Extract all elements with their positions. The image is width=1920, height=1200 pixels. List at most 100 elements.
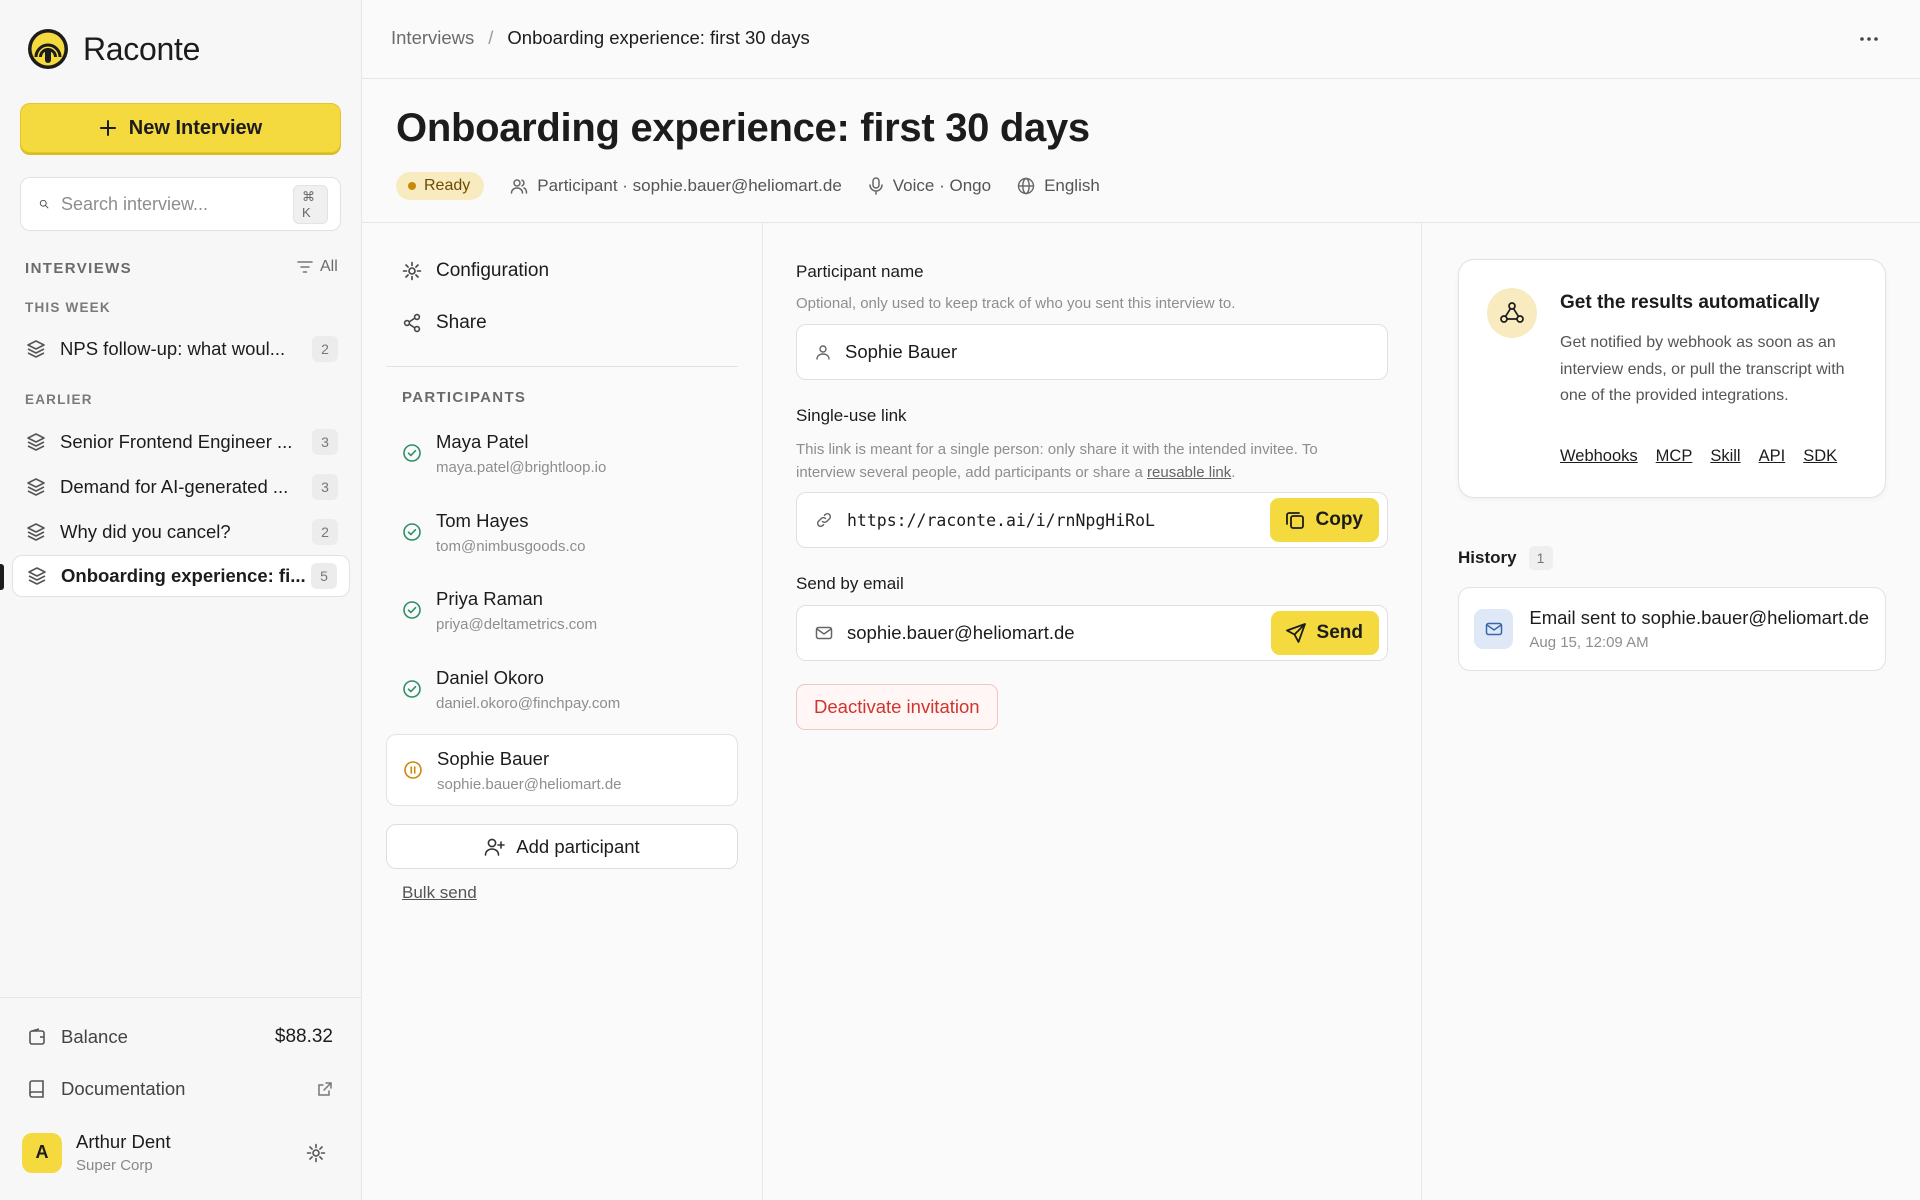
check-circle-icon bbox=[403, 444, 421, 462]
send-icon bbox=[1285, 623, 1306, 643]
participant-email: daniel.okoro@finchpay.com bbox=[436, 694, 621, 712]
participant-item[interactable]: Daniel Okoro daniel.okoro@finchpay.com bbox=[386, 653, 738, 725]
mail-icon bbox=[1474, 609, 1514, 649]
participant-email: maya.patel@brightloop.io bbox=[436, 458, 607, 476]
page-title: Onboarding experience: first 30 days bbox=[396, 106, 1090, 150]
participant-meta: Participant · sophie.bauer@heliomart.de bbox=[510, 176, 842, 196]
participant-name-help: Optional, only used to keep track of who… bbox=[796, 295, 1236, 312]
filter-label: All bbox=[320, 258, 338, 275]
configuration-tab[interactable]: Configuration bbox=[402, 260, 549, 282]
participant-info: Sophie Bauer sophie.bauer@heliomart.de bbox=[437, 748, 622, 793]
webhook-icon bbox=[1487, 288, 1537, 338]
results-card-title: Get the results automatically bbox=[1560, 292, 1820, 313]
more-options-icon[interactable] bbox=[1858, 28, 1880, 50]
results-card-body: Get notified by webhook as soon as an in… bbox=[1560, 334, 1845, 404]
skill-link[interactable]: Skill bbox=[1710, 447, 1740, 466]
api-link[interactable]: API bbox=[1759, 447, 1786, 466]
history-item: Email sent to sophie.bauer@heliomart.de … bbox=[1458, 587, 1886, 671]
share-icon bbox=[403, 313, 421, 333]
voice-meta-text: Voice · Ongo bbox=[892, 176, 992, 195]
copy-button[interactable]: Copy bbox=[1269, 498, 1379, 542]
add-participant-button[interactable]: Add participant bbox=[386, 824, 738, 869]
user-plus-icon bbox=[484, 838, 506, 856]
interview-meta: Ready Participant · sophie.bauer@helioma… bbox=[396, 172, 1100, 200]
interview-item[interactable]: Demand for AI-generated ... 3 bbox=[12, 466, 350, 508]
layers-icon bbox=[27, 340, 45, 358]
pause-circle-icon bbox=[404, 761, 422, 779]
user-icon bbox=[816, 345, 830, 360]
breadcrumb-interviews[interactable]: Interviews bbox=[391, 27, 474, 49]
check-circle-icon bbox=[403, 680, 421, 698]
participant-name-field[interactable]: Sophie Bauer bbox=[796, 324, 1388, 380]
email-field[interactable]: sophie.bauer@heliomart.de Send bbox=[796, 605, 1388, 661]
mcp-link[interactable]: MCP bbox=[1656, 447, 1693, 466]
history-count: 1 bbox=[1528, 546, 1553, 570]
user-profile[interactable]: A Arthur Dent Super Corp bbox=[22, 1131, 338, 1174]
balance-label: Balance bbox=[61, 1026, 128, 1047]
globe-icon bbox=[1017, 177, 1035, 195]
status-badge: Ready bbox=[396, 172, 485, 200]
search-box[interactable]: ⌘ K bbox=[20, 177, 341, 231]
interview-item[interactable]: Senior Frontend Engineer ... 3 bbox=[12, 421, 350, 463]
send-by-email-label: Send by email bbox=[796, 574, 904, 593]
integration-links: Webhooks MCP Skill API SDK bbox=[1560, 447, 1837, 466]
app-logo[interactable]: Raconte bbox=[27, 28, 200, 70]
interview-item-label: Senior Frontend Engineer ... bbox=[60, 431, 293, 452]
new-interview-label: New Interview bbox=[128, 116, 263, 139]
copy-icon bbox=[1285, 512, 1304, 529]
participant-item[interactable]: Tom Hayes tom@nimbusgoods.co bbox=[386, 496, 738, 568]
filter-button[interactable]: All bbox=[296, 258, 338, 276]
history-info: Email sent to sophie.bauer@heliomart.de … bbox=[1529, 607, 1869, 651]
search-shortcut: ⌘ K bbox=[292, 184, 328, 224]
voice-meta: Voice · Ongo bbox=[868, 176, 991, 196]
participant-meta-text: Participant · sophie.bauer@heliomart.de bbox=[537, 176, 842, 195]
deactivate-invitation-button[interactable]: Deactivate invitation bbox=[796, 684, 998, 730]
participant-item[interactable]: Maya Patel maya.patel@brightloop.io bbox=[386, 417, 738, 489]
interview-item-count: 3 bbox=[312, 429, 338, 455]
layers-icon bbox=[27, 433, 45, 451]
language-meta-text: English bbox=[1044, 176, 1100, 195]
top-bar: Interviews / Onboarding experience: firs… bbox=[362, 0, 1920, 79]
filter-icon bbox=[297, 261, 313, 273]
interview-item[interactable]: Why did you cancel? 2 bbox=[12, 511, 350, 553]
wallet-icon bbox=[29, 1028, 45, 1045]
participant-item-selected[interactable]: Sophie Bauer sophie.bauer@heliomart.de bbox=[386, 734, 738, 806]
group-label-this-week: THIS WEEK bbox=[25, 300, 111, 315]
send-button[interactable]: Send bbox=[1270, 611, 1379, 655]
book-icon bbox=[29, 1080, 44, 1098]
documentation-label: Documentation bbox=[61, 1078, 186, 1099]
column-divider bbox=[762, 223, 763, 1200]
status-label: Ready bbox=[424, 177, 471, 194]
participant-name-value: Sophie Bauer bbox=[845, 341, 958, 362]
webhooks-link[interactable]: Webhooks bbox=[1560, 447, 1638, 466]
participant-name: Sophie Bauer bbox=[437, 747, 550, 769]
sdk-link[interactable]: SDK bbox=[1803, 447, 1837, 466]
participant-item[interactable]: Priya Raman priya@deltametrics.com bbox=[386, 574, 738, 646]
layers-icon bbox=[27, 478, 45, 496]
microphone-icon bbox=[869, 177, 883, 195]
history-time: Aug 15, 12:09 AM bbox=[1529, 634, 1649, 651]
column-divider bbox=[1421, 223, 1422, 1200]
interview-item-count: 5 bbox=[311, 563, 337, 589]
bulk-send-link[interactable]: Bulk send bbox=[402, 883, 477, 903]
gear-icon[interactable] bbox=[306, 1143, 326, 1163]
interview-item-label: Demand for AI-generated ... bbox=[60, 476, 289, 497]
interview-item-active[interactable]: Onboarding experience: fi... 5 bbox=[12, 555, 350, 597]
external-link-icon bbox=[318, 1082, 332, 1096]
single-use-link-field[interactable]: https://raconte.ai/i/rnNpgHiRoL Copy bbox=[796, 492, 1388, 548]
search-input[interactable] bbox=[60, 193, 293, 215]
reusable-link[interactable]: reusable link bbox=[1147, 464, 1231, 481]
add-participant-label: Add participant bbox=[516, 835, 640, 857]
email-value: sophie.bauer@heliomart.de bbox=[847, 622, 1075, 643]
search-icon bbox=[39, 199, 49, 209]
participant-email: sophie.bauer@heliomart.de bbox=[437, 775, 622, 793]
share-tab[interactable]: Share bbox=[402, 312, 487, 334]
group-label-earlier: EARLIER bbox=[25, 392, 93, 407]
interview-item-label: Why did you cancel? bbox=[60, 521, 231, 542]
interview-item[interactable]: NPS follow-up: what woul... 2 bbox=[12, 328, 350, 370]
new-interview-button[interactable]: New Interview bbox=[20, 103, 341, 153]
check-circle-icon bbox=[403, 601, 421, 619]
participant-info: Maya Patel maya.patel@brightloop.io bbox=[436, 431, 606, 476]
documentation-link[interactable]: Documentation bbox=[27, 1078, 333, 1100]
configuration-label: Configuration bbox=[436, 260, 550, 281]
